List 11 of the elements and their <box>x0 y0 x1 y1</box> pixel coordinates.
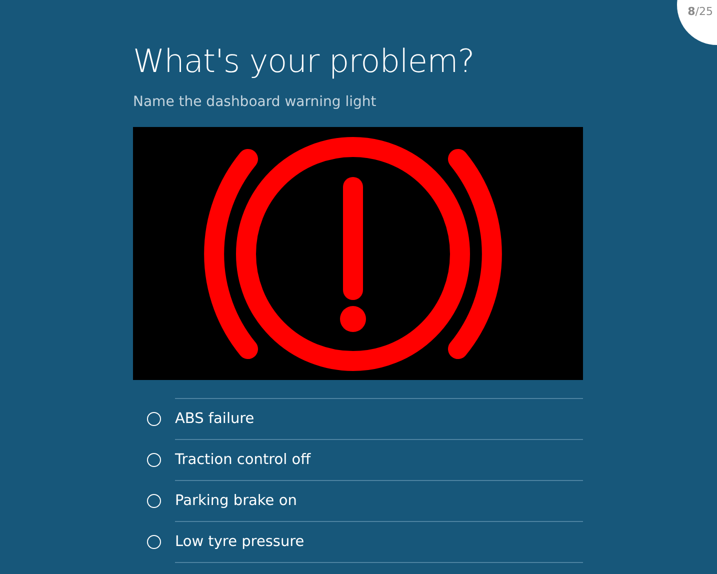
answer-option[interactable]: ABS failure <box>175 399 583 440</box>
radio-button[interactable] <box>147 412 161 426</box>
question-title: What's your problem? <box>133 42 476 80</box>
answer-option[interactable]: Parking brake on <box>175 481 583 522</box>
radio-button[interactable] <box>147 535 161 550</box>
radio-button[interactable] <box>147 494 161 508</box>
radio-button[interactable] <box>147 453 161 468</box>
answer-option[interactable]: Low tyre pressure <box>175 522 583 564</box>
progress-counter: 8/25 <box>688 4 713 20</box>
question-subtitle: Name the dashboard warning light <box>133 93 378 112</box>
answer-option[interactable]: Traction control off <box>175 440 583 482</box>
